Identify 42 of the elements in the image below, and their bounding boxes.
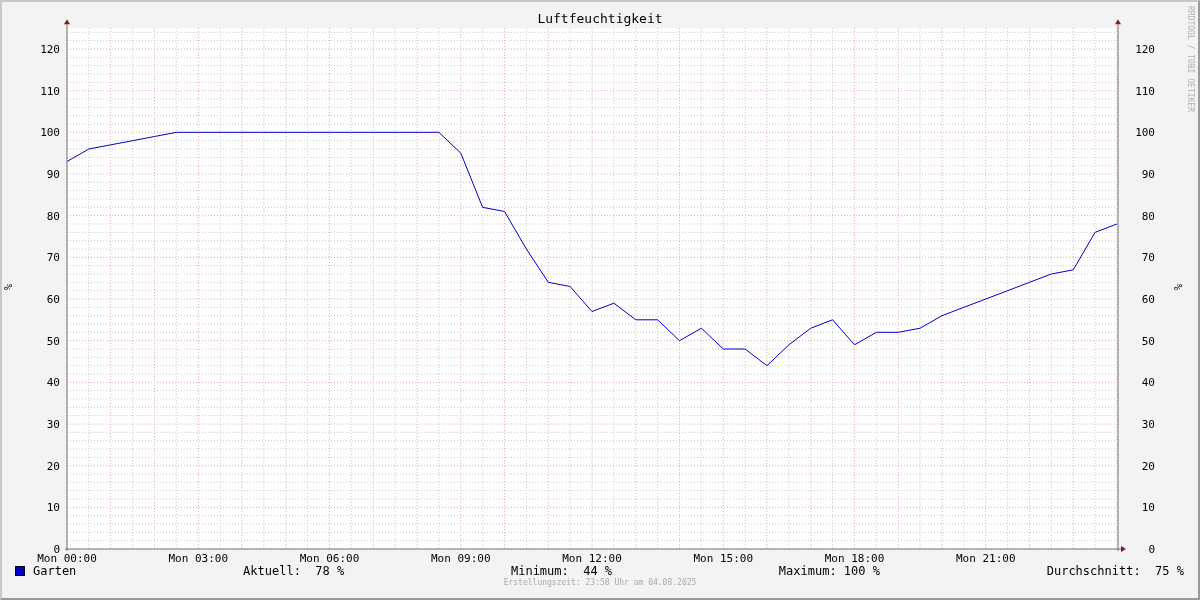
axis-tick-label: 80 <box>1141 209 1155 223</box>
axis-tick-label: Mon 12:00 <box>562 552 622 564</box>
axis-tick-label: 50 <box>46 334 60 348</box>
axis-tick-label: Mon 06:00 <box>299 552 360 564</box>
axis-tick-label: Mon 09:00 <box>430 552 491 564</box>
axis-tick-label: Mon 21:00 <box>955 552 1016 564</box>
axis-tick-label: 110 <box>40 84 60 98</box>
axis-label: % <box>1173 284 1184 290</box>
axis-label: % <box>3 284 14 290</box>
legend-stat: Durchschnitt: 75 % <box>1046 564 1184 578</box>
chart-title: Luftfeuchtigkeit <box>537 11 663 26</box>
legend-stat: Minimum: 44 % <box>510 564 613 578</box>
axis-tick-label: 90 <box>1141 168 1155 181</box>
axis-tick-label: 20 <box>46 459 60 473</box>
axis-tick-label: 60 <box>1141 293 1155 306</box>
axis-tick-label: Mon 03:00 <box>168 552 229 564</box>
axis-tick-label: 40 <box>46 376 60 390</box>
axis-tick-label: 120 <box>40 43 60 56</box>
axis-tick-label: 60 <box>46 293 60 306</box>
axis-tick-label: 20 <box>1141 459 1155 473</box>
axis-tick-label: 50 <box>1141 334 1155 348</box>
axis-tick-label: 30 <box>46 418 60 431</box>
axis-tick-label: 90 <box>46 168 60 181</box>
axis-tick-label: 70 <box>1141 251 1155 265</box>
axis-tick-label: 0 <box>1148 543 1155 556</box>
axis-tick-label: 120 <box>1135 43 1155 56</box>
creation-time-text: Erstellungszeit: 23:58 Uhr am 04.08.2025 <box>503 578 697 588</box>
axis-tick-label: 110 <box>1135 84 1155 98</box>
legend-stat: Aktuell: 78 % <box>243 564 345 578</box>
axis-tick-label: 10 <box>1141 501 1155 515</box>
axis-tick-label: 100 <box>40 126 60 140</box>
axis-tick-label: 30 <box>1141 418 1155 431</box>
legend-stat: Maximum: 100 % <box>778 564 880 578</box>
legend-label: Garten <box>33 564 77 578</box>
axis-tick-label: 100 <box>1135 126 1155 140</box>
axis-tick-label: Mon 18:00 <box>824 552 885 564</box>
axis-tick-label: Mon 15:00 <box>693 552 754 564</box>
axis-tick-label: 80 <box>46 209 60 223</box>
credit-text: RRDTOOL / TOBI OETIKER <box>1186 6 1195 112</box>
axis-tick-label: 70 <box>46 251 60 265</box>
axis-tick-label: 40 <box>1141 376 1155 390</box>
axis-tick-label: 10 <box>46 501 60 515</box>
